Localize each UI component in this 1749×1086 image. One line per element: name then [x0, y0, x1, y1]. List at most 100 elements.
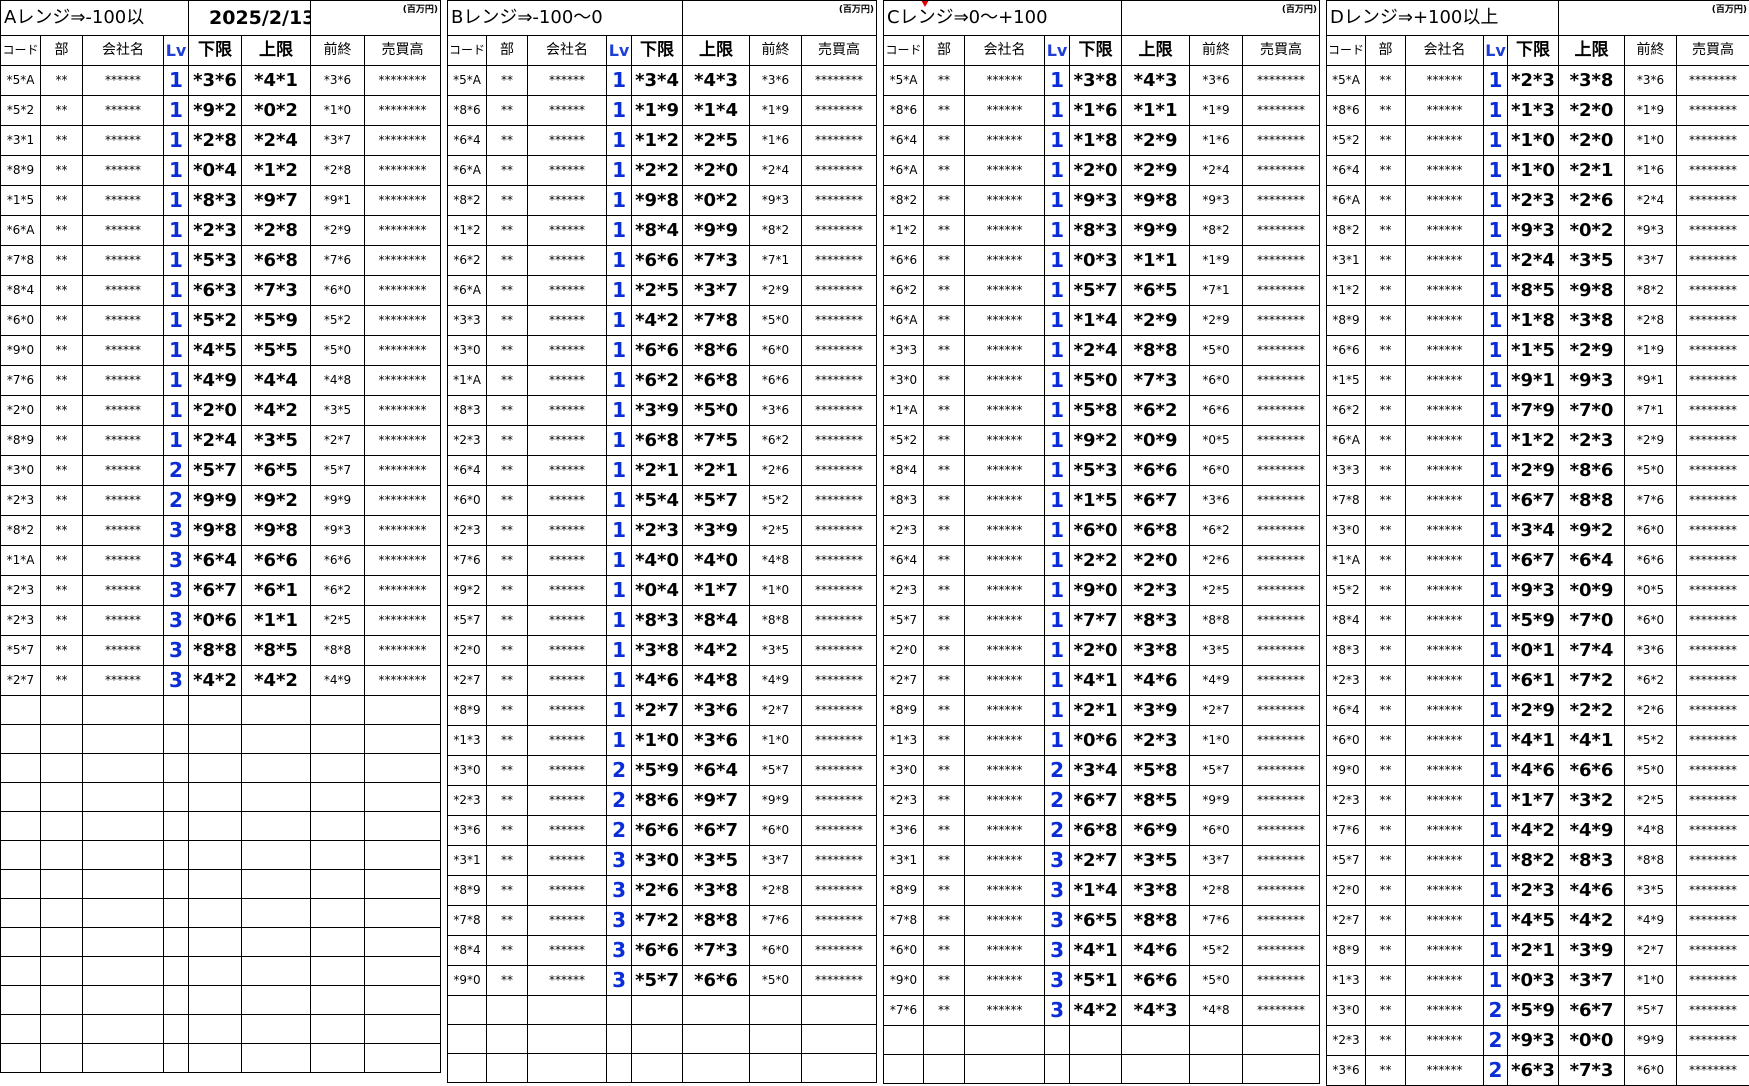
- cell-bu[interactable]: **: [924, 246, 965, 276]
- cell-name[interactable]: ******: [1406, 276, 1484, 306]
- cell-sales[interactable]: ********: [365, 576, 441, 606]
- cell-bu[interactable]: **: [41, 486, 83, 516]
- cell-bu[interactable]: [41, 725, 83, 754]
- cell-lo[interactable]: *1*8: [1070, 126, 1122, 156]
- cell-pr[interactable]: *7*1: [750, 246, 802, 276]
- cell-code[interactable]: *1*A: [1327, 546, 1366, 576]
- cell-hi[interactable]: *6*4: [1559, 546, 1625, 576]
- cell-bu[interactable]: **: [1366, 456, 1406, 486]
- cell-hi[interactable]: *4*6: [1122, 936, 1190, 966]
- cell-hi[interactable]: [683, 1054, 750, 1083]
- cell-name[interactable]: ******: [83, 126, 164, 156]
- cell-sales[interactable]: ********: [1243, 456, 1320, 486]
- cell-pr[interactable]: *4*8: [311, 366, 365, 396]
- cell-sales[interactable]: ********: [802, 876, 877, 906]
- cell-code[interactable]: *2*3: [884, 576, 924, 606]
- cell-hi[interactable]: *4*2: [242, 666, 311, 696]
- cell-hi[interactable]: *6*6: [1122, 456, 1190, 486]
- cell-code[interactable]: *8*9: [448, 696, 487, 726]
- cell-lv[interactable]: [164, 696, 189, 725]
- cell-name[interactable]: ******: [965, 186, 1045, 216]
- cell-lo[interactable]: *2*4: [1070, 336, 1122, 366]
- cell-lo[interactable]: *1*0: [1508, 156, 1559, 186]
- cell-bu[interactable]: **: [924, 786, 965, 816]
- cell-code[interactable]: *5*A: [448, 66, 487, 96]
- column-header-sales[interactable]: 売買高: [365, 36, 441, 66]
- cell-pr[interactable]: *5*0: [1190, 966, 1243, 996]
- cell-name[interactable]: ******: [528, 636, 607, 666]
- cell-code[interactable]: [1, 1015, 41, 1044]
- cell-sales[interactable]: ********: [1243, 786, 1320, 816]
- cell-bu[interactable]: [924, 1055, 965, 1084]
- cell-name[interactable]: ******: [1406, 126, 1484, 156]
- cell-code[interactable]: *2*0: [448, 636, 487, 666]
- cell-pr[interactable]: *9*3: [1190, 186, 1243, 216]
- cell-lv[interactable]: 3: [1045, 996, 1070, 1026]
- cell-lo[interactable]: *2*3: [189, 216, 242, 246]
- cell-bu[interactable]: **: [487, 876, 528, 906]
- cell-lv[interactable]: 3: [164, 606, 189, 636]
- cell-sales[interactable]: ********: [1243, 636, 1320, 666]
- cell-bu[interactable]: **: [1366, 96, 1406, 126]
- cell-lv[interactable]: 1: [607, 186, 632, 216]
- cell-lv[interactable]: 1: [164, 126, 189, 156]
- cell-pr[interactable]: *3*6: [311, 66, 365, 96]
- cell-lv[interactable]: 1: [1484, 156, 1508, 186]
- cell-pr[interactable]: *6*2: [750, 426, 802, 456]
- cell-sales[interactable]: ********: [1677, 1026, 1749, 1056]
- cell-hi[interactable]: *6*6: [242, 546, 311, 576]
- cell-lo[interactable]: *2*6: [632, 876, 683, 906]
- cell-bu[interactable]: **: [1366, 216, 1406, 246]
- cell-bu[interactable]: **: [924, 816, 965, 846]
- cell-hi[interactable]: *8*3: [1559, 846, 1625, 876]
- cell-name[interactable]: ******: [528, 666, 607, 696]
- cell-bu[interactable]: **: [487, 276, 528, 306]
- cell-hi[interactable]: [242, 696, 311, 725]
- cell-code[interactable]: [1, 1044, 41, 1073]
- cell-code[interactable]: *6*A: [448, 156, 487, 186]
- cell-name[interactable]: ******: [965, 66, 1045, 96]
- cell-pr[interactable]: *4*9: [750, 666, 802, 696]
- cell-hi[interactable]: *8*8: [1559, 486, 1625, 516]
- cell-name[interactable]: ******: [1406, 396, 1484, 426]
- cell-name[interactable]: ******: [83, 216, 164, 246]
- cell-lv[interactable]: [1045, 1055, 1070, 1084]
- cell-bu[interactable]: **: [924, 996, 965, 1026]
- column-header-pr[interactable]: 前終: [750, 36, 802, 66]
- cell-sales[interactable]: ********: [1677, 246, 1749, 276]
- cell-lo[interactable]: *4*5: [189, 336, 242, 366]
- cell-bu[interactable]: **: [1366, 336, 1406, 366]
- cell-name[interactable]: [528, 1025, 607, 1054]
- cell-hi[interactable]: *8*5: [1122, 786, 1190, 816]
- cell-lo[interactable]: *8*3: [1070, 216, 1122, 246]
- cell-pr[interactable]: *4*9: [1625, 906, 1677, 936]
- cell-code[interactable]: *7*6: [884, 996, 924, 1026]
- cell-code[interactable]: *1*3: [1327, 966, 1366, 996]
- cell-pr[interactable]: *6*0: [1190, 816, 1243, 846]
- cell-lo[interactable]: *9*2: [1070, 426, 1122, 456]
- column-header-name[interactable]: 会社名: [83, 36, 164, 66]
- cell-pr[interactable]: *3*6: [750, 396, 802, 426]
- cell-pr[interactable]: [311, 754, 365, 783]
- cell-sales[interactable]: ********: [1677, 516, 1749, 546]
- cell-sales[interactable]: ********: [802, 396, 877, 426]
- cell-pr[interactable]: *4*9: [1190, 666, 1243, 696]
- cell-sales[interactable]: ********: [802, 456, 877, 486]
- cell-lo[interactable]: *6*3: [189, 276, 242, 306]
- cell-lv[interactable]: 2: [164, 456, 189, 486]
- cell-hi[interactable]: *3*6: [683, 696, 750, 726]
- cell-pr[interactable]: *3*6: [1190, 66, 1243, 96]
- cell-code[interactable]: [1, 696, 41, 725]
- cell-hi[interactable]: *2*9: [1559, 336, 1625, 366]
- cell-bu[interactable]: **: [487, 606, 528, 636]
- cell-pr[interactable]: [1190, 1026, 1243, 1055]
- cell-code[interactable]: *8*2: [1, 516, 41, 546]
- cell-bu[interactable]: **: [41, 216, 83, 246]
- cell-sales[interactable]: ********: [1243, 306, 1320, 336]
- cell-bu[interactable]: [41, 783, 83, 812]
- cell-name[interactable]: [83, 870, 164, 899]
- cell-lv[interactable]: [164, 986, 189, 1015]
- cell-pr[interactable]: *6*2: [1625, 666, 1677, 696]
- cell-sales[interactable]: ********: [1677, 876, 1749, 906]
- cell-code[interactable]: *2*3: [1327, 1026, 1366, 1056]
